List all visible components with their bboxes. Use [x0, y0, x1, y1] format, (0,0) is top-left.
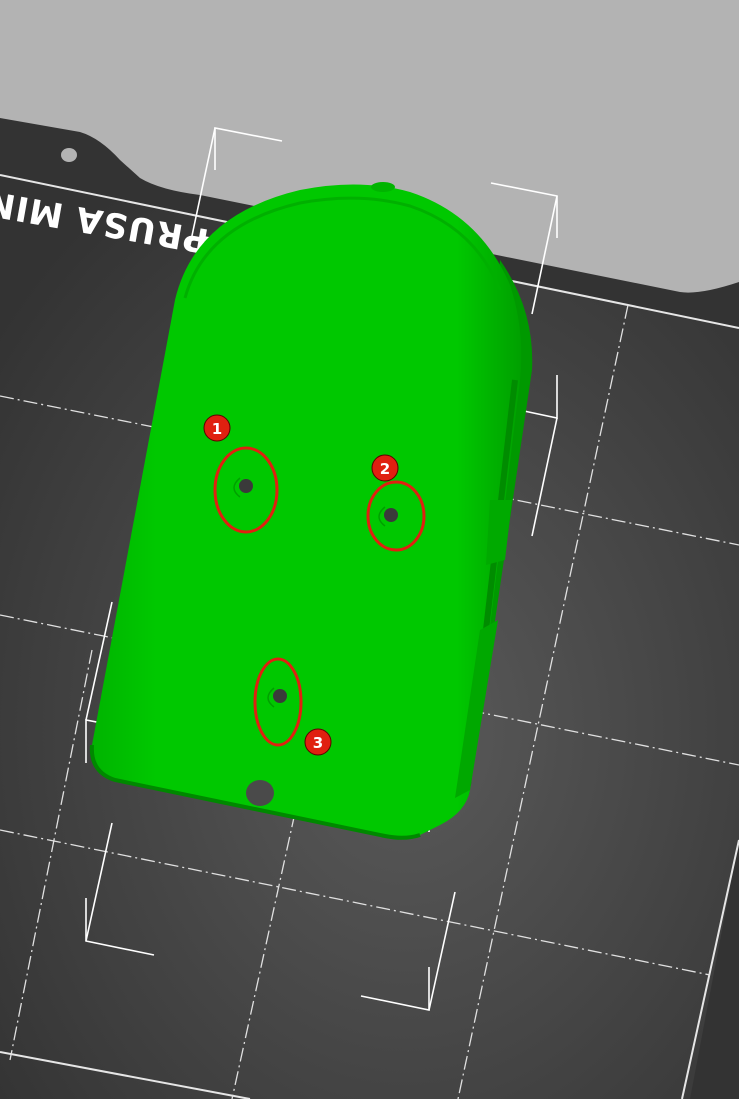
- mounting-hole-icon: [246, 780, 274, 806]
- bed-mount-hole-icon: [61, 148, 77, 162]
- annotation-label: 3: [313, 734, 323, 752]
- annotation-badge-2: 2: [371, 454, 399, 482]
- screw-hole-icon: [239, 479, 253, 493]
- viewport-canvas[interactable]: PRUSA MINI L: [0, 0, 739, 1099]
- screw-hole-icon: [384, 508, 398, 522]
- model-top-nub: [371, 182, 395, 192]
- annotation-label: 1: [212, 420, 222, 438]
- annotation-label: 2: [380, 460, 390, 478]
- 3d-viewport[interactable]: PRUSA MINI L: [0, 0, 739, 1099]
- annotation-badge-3: 3: [304, 728, 332, 756]
- screw-hole-icon: [273, 689, 287, 703]
- annotation-badge-1: 1: [203, 414, 231, 442]
